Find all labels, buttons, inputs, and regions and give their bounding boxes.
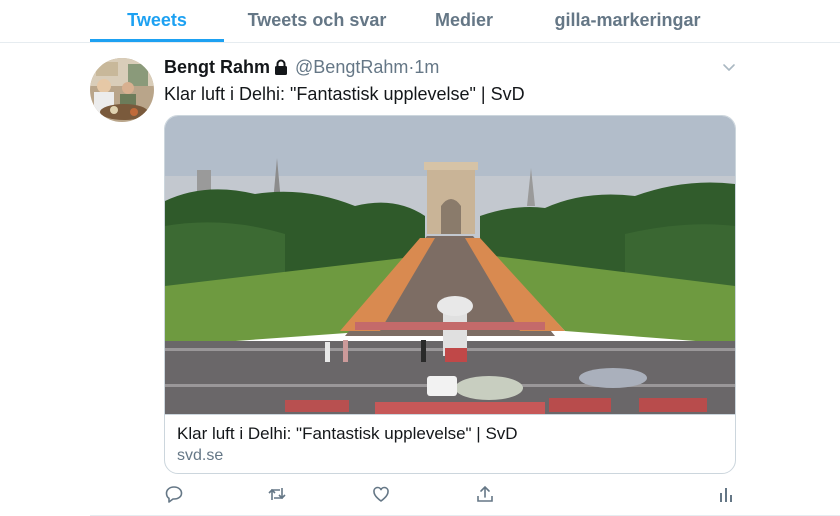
retweet-icon[interactable] (267, 484, 287, 504)
tab-media[interactable]: Medier (418, 0, 510, 42)
active-tab-indicator (90, 39, 224, 42)
author-handle[interactable]: @BengtRahm (295, 57, 408, 77)
tab-tweets[interactable]: Tweets (90, 0, 224, 42)
link-card[interactable]: Klar luft i Delhi: "Fantastisk upplevels… (164, 115, 736, 474)
india-gate-photo (165, 116, 735, 414)
tweet-header: Bengt Rahm @BengtRahm·1m (164, 57, 439, 77)
avatar-photo (90, 58, 154, 122)
reply-icon[interactable] (164, 484, 184, 504)
like-icon[interactable] (371, 484, 391, 504)
card-domain[interactable]: svd.se (177, 446, 223, 466)
tweet-timestamp[interactable]: 1m (414, 57, 439, 77)
chevron-down-icon[interactable] (721, 59, 737, 75)
card-body[interactable]: Klar luft i Delhi: "Fantastisk upplevels… (165, 414, 735, 473)
profile-tabs: Tweets Tweets och svar Medier gilla-mark… (0, 0, 840, 43)
tweet-text: Klar luft i Delhi: "Fantastisk upplevels… (164, 84, 525, 104)
author-name[interactable]: Bengt Rahm (164, 57, 270, 77)
tab-likes[interactable]: gilla-markeringar (540, 0, 715, 42)
tab-tweets-and-replies[interactable]: Tweets och svar (236, 0, 398, 42)
avatar[interactable] (90, 58, 154, 122)
lock-icon (274, 59, 288, 79)
analytics-icon[interactable] (716, 484, 736, 504)
card-title[interactable]: Klar luft i Delhi: "Fantastisk upplevels… (177, 424, 518, 444)
share-icon[interactable] (475, 484, 495, 504)
